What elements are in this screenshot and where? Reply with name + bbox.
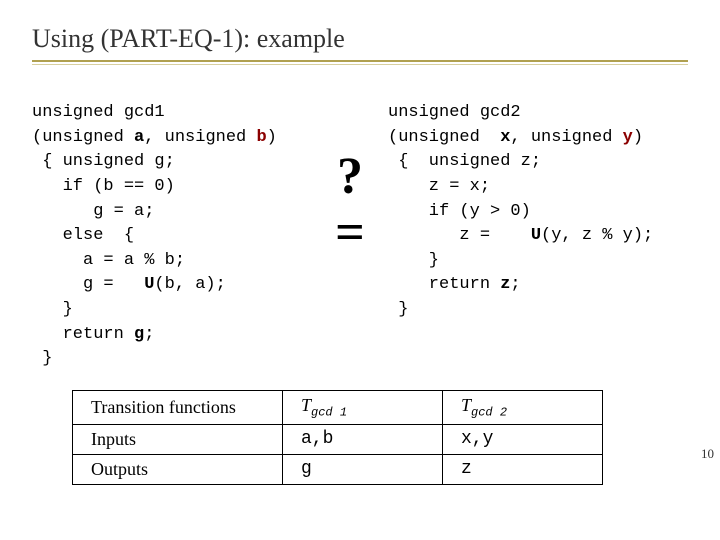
code-block-left: unsigned gcd1 (unsigned a, unsigned b) {… [32, 101, 312, 372]
line: } [32, 300, 73, 319]
cell: Tgcd 2 [443, 391, 603, 425]
line: unsigned gcd2 [388, 103, 521, 122]
line: else { [32, 226, 134, 245]
comparison-table: Transition functions Tgcd 1 Tgcd 2 Input… [72, 390, 688, 485]
table-row: Inputs a,b x,y [73, 424, 603, 454]
txt: , unsigned [144, 128, 256, 147]
sym: T [301, 395, 311, 415]
line: { unsigned g; [32, 152, 175, 171]
page-number: 10 [701, 446, 714, 462]
param-y: y [623, 128, 633, 147]
cell: g [283, 454, 443, 484]
txt: (unsigned [32, 128, 134, 147]
param-a: a [134, 128, 144, 147]
txt: ) [633, 128, 643, 147]
line: g = U(b, a); [32, 275, 226, 294]
line: (unsigned x, unsigned y) [388, 128, 643, 147]
line: } [388, 300, 408, 319]
txt: ; [510, 275, 520, 294]
question-mark: ? [337, 151, 363, 203]
fn-u: U [144, 275, 154, 294]
sym: T [461, 395, 471, 415]
sub: gcd 1 [311, 406, 347, 420]
sub: gcd 2 [471, 406, 507, 420]
cell: Tgcd 1 [283, 391, 443, 425]
txt: , unsigned [510, 128, 622, 147]
txt: z = [388, 226, 531, 245]
line: return g; [32, 325, 154, 344]
param-x: x [500, 128, 510, 147]
line: if (y > 0) [388, 202, 531, 221]
line: return z; [388, 275, 521, 294]
cell: a,b [283, 424, 443, 454]
txt: return [388, 275, 500, 294]
table-row: Outputs g z [73, 454, 603, 484]
fn-u: U [531, 226, 541, 245]
title-rule-2 [32, 64, 688, 65]
equivalence-symbol: ? = [320, 101, 380, 372]
code-comparison: unsigned gcd1 (unsigned a, unsigned b) {… [32, 101, 688, 372]
equals-sign: = [335, 207, 365, 259]
line: (unsigned a, unsigned b) [32, 128, 277, 147]
txt: (unsigned [388, 128, 500, 147]
line: { unsigned z; [388, 152, 541, 171]
ret-g: g [134, 325, 144, 344]
txt: (b, a); [154, 275, 225, 294]
param-b: b [256, 128, 266, 147]
table-row: Transition functions Tgcd 1 Tgcd 2 [73, 391, 603, 425]
line: z = x; [388, 177, 490, 196]
txt: ) [267, 128, 277, 147]
line: } [388, 251, 439, 270]
row-label: Inputs [73, 424, 283, 454]
line: if (b == 0) [32, 177, 175, 196]
txt: return [32, 325, 134, 344]
row-label: Outputs [73, 454, 283, 484]
title-rule [32, 60, 688, 62]
txt: (y, z % y); [541, 226, 653, 245]
page-title: Using (PART-EQ-1): example [32, 24, 688, 60]
line: g = a; [32, 202, 154, 221]
cell: x,y [443, 424, 603, 454]
cell: z [443, 454, 603, 484]
ret-z: z [500, 275, 510, 294]
line: unsigned gcd1 [32, 103, 165, 122]
txt: g = [32, 275, 144, 294]
txt: ; [144, 325, 154, 344]
code-block-right: unsigned gcd2 (unsigned x, unsigned y) {… [388, 101, 698, 372]
line: } [32, 349, 52, 368]
row-label: Transition functions [73, 391, 283, 425]
line: a = a % b; [32, 251, 185, 270]
line: z = U(y, z % y); [388, 226, 653, 245]
